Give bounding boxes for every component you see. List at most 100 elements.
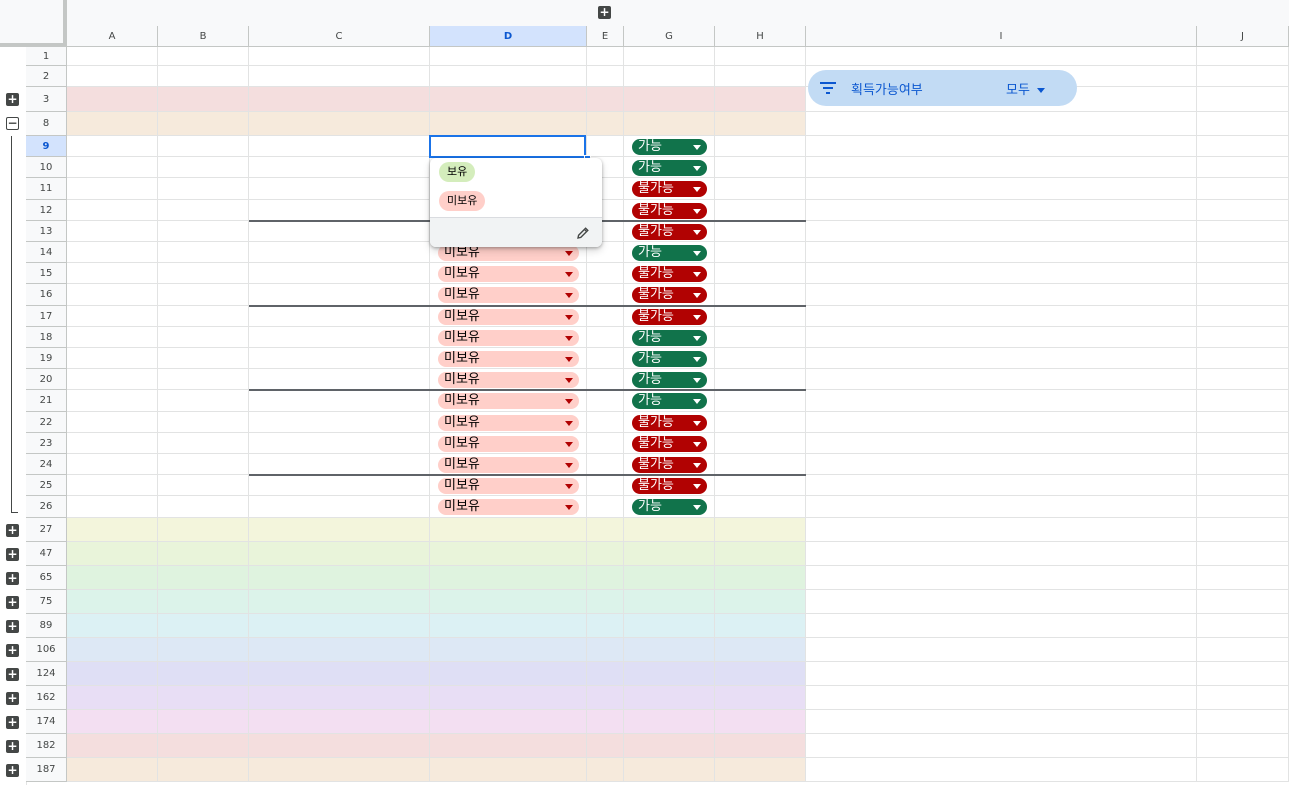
grid-cell[interactable] xyxy=(806,614,1197,638)
grid-cell[interactable] xyxy=(587,306,624,327)
row-header[interactable]: 18 xyxy=(26,327,67,348)
obtainable-chip[interactable]: 불가능 xyxy=(632,436,707,452)
achievement-name[interactable] xyxy=(249,412,430,433)
grid-cell[interactable] xyxy=(67,284,158,306)
grid-cell[interactable] xyxy=(1197,221,1289,242)
status-chip[interactable]: 미보유 xyxy=(438,245,579,261)
filter-icon[interactable] xyxy=(820,81,836,95)
grid-cell[interactable] xyxy=(67,496,158,518)
grid-cell[interactable] xyxy=(806,369,1197,390)
grid-cell[interactable] xyxy=(249,662,430,686)
grid-cell[interactable] xyxy=(624,734,715,758)
grid-cell[interactable] xyxy=(430,590,587,614)
status-chip[interactable]: 미보유 xyxy=(438,457,579,473)
grid-cell[interactable] xyxy=(1197,200,1289,221)
expand-group-icon[interactable]: + xyxy=(6,524,19,537)
grid-cell[interactable] xyxy=(715,662,806,686)
grid-cell[interactable] xyxy=(624,87,715,112)
obtainable-chip[interactable]: 가능 xyxy=(632,245,707,261)
grid-cell[interactable] xyxy=(67,542,158,566)
grid-cell[interactable] xyxy=(67,242,158,263)
grid-cell[interactable] xyxy=(249,638,430,662)
grid-cell[interactable] xyxy=(1197,566,1289,590)
grid-cell[interactable] xyxy=(587,327,624,348)
corner-freeze-handle[interactable] xyxy=(0,0,67,47)
grid-cell[interactable] xyxy=(1197,662,1289,686)
grid-cell[interactable] xyxy=(158,306,249,327)
grid-cell[interactable] xyxy=(158,136,249,157)
grid-cell[interactable] xyxy=(67,47,158,66)
grid-cell[interactable] xyxy=(249,112,430,136)
grid-cell[interactable] xyxy=(587,758,624,782)
grid-cell[interactable] xyxy=(624,662,715,686)
column-header-d[interactable]: D xyxy=(430,26,587,47)
grid-cell[interactable] xyxy=(1197,306,1289,327)
row-header[interactable]: 25 xyxy=(26,475,67,496)
grid-cell[interactable] xyxy=(430,87,587,112)
grid-cell[interactable] xyxy=(806,390,1197,412)
grid-cell[interactable] xyxy=(430,686,587,710)
grid-cell[interactable] xyxy=(67,638,158,662)
column-header-c[interactable]: C xyxy=(249,26,430,47)
achievement-name[interactable] xyxy=(249,390,430,412)
row-header[interactable]: 16 xyxy=(26,284,67,306)
grid-cell[interactable] xyxy=(806,433,1197,454)
achievement-name[interactable] xyxy=(249,369,430,390)
grid-cell[interactable] xyxy=(1197,542,1289,566)
grid-cell[interactable] xyxy=(158,47,249,66)
grid-cell[interactable] xyxy=(67,475,158,496)
grid-cell[interactable] xyxy=(587,734,624,758)
grid-cell[interactable] xyxy=(249,566,430,590)
grid-cell[interactable] xyxy=(430,734,587,758)
grid-cell[interactable] xyxy=(249,710,430,734)
grid-cell[interactable] xyxy=(67,518,158,542)
status-chip[interactable]: 미보유 xyxy=(438,393,579,409)
column-header-h[interactable]: H xyxy=(715,26,806,47)
grid-cell[interactable] xyxy=(430,112,587,136)
row-header[interactable]: 26 xyxy=(26,496,67,518)
grid-cell[interactable] xyxy=(67,66,158,87)
grid-cell[interactable] xyxy=(158,433,249,454)
obtainable-chip[interactable]: 가능 xyxy=(632,330,707,346)
grid-cell[interactable] xyxy=(587,136,624,157)
grid-cell[interactable] xyxy=(67,136,158,157)
grid-cell[interactable] xyxy=(158,390,249,412)
grid-cell[interactable] xyxy=(1197,136,1289,157)
grid-cell[interactable] xyxy=(806,284,1197,306)
grid-cell[interactable] xyxy=(587,686,624,710)
status-chip[interactable]: 미보유 xyxy=(438,478,579,494)
grid-cell[interactable] xyxy=(587,475,624,496)
grid-cell[interactable] xyxy=(1197,475,1289,496)
grid-cell[interactable] xyxy=(806,200,1197,221)
grid-cell[interactable] xyxy=(806,686,1197,710)
grid-cell[interactable] xyxy=(587,390,624,412)
grid-cell[interactable] xyxy=(67,327,158,348)
status-chip[interactable]: 미보유 xyxy=(438,415,579,431)
grid-cell[interactable] xyxy=(158,263,249,284)
grid-cell[interactable] xyxy=(624,542,715,566)
achievement-name[interactable] xyxy=(249,200,430,221)
expand-group-icon[interactable]: + xyxy=(6,93,19,106)
grid-cell[interactable] xyxy=(806,348,1197,369)
grid-cell[interactable] xyxy=(67,566,158,590)
grid-cell[interactable] xyxy=(587,284,624,306)
grid-cell[interactable] xyxy=(587,348,624,369)
grid-cell[interactable] xyxy=(67,734,158,758)
grid-cell[interactable] xyxy=(587,263,624,284)
grid-cell[interactable] xyxy=(67,758,158,782)
grid-cell[interactable] xyxy=(67,454,158,475)
obtainable-chip[interactable]: 가능 xyxy=(632,160,707,176)
grid-cell[interactable] xyxy=(430,758,587,782)
grid-cell[interactable] xyxy=(249,590,430,614)
row-header[interactable]: 1 xyxy=(26,47,67,66)
grid-cell[interactable] xyxy=(67,348,158,369)
obtainable-chip[interactable]: 불가능 xyxy=(632,309,707,325)
grid-cell[interactable] xyxy=(67,662,158,686)
obtainable-chip[interactable]: 불가능 xyxy=(632,415,707,431)
grid-cell[interactable] xyxy=(67,369,158,390)
grid-cell[interactable] xyxy=(1197,284,1289,306)
grid-cell[interactable] xyxy=(715,758,806,782)
grid-cell[interactable] xyxy=(624,590,715,614)
row-header[interactable]: 10 xyxy=(26,157,67,178)
column-header-g[interactable]: G xyxy=(624,26,715,47)
